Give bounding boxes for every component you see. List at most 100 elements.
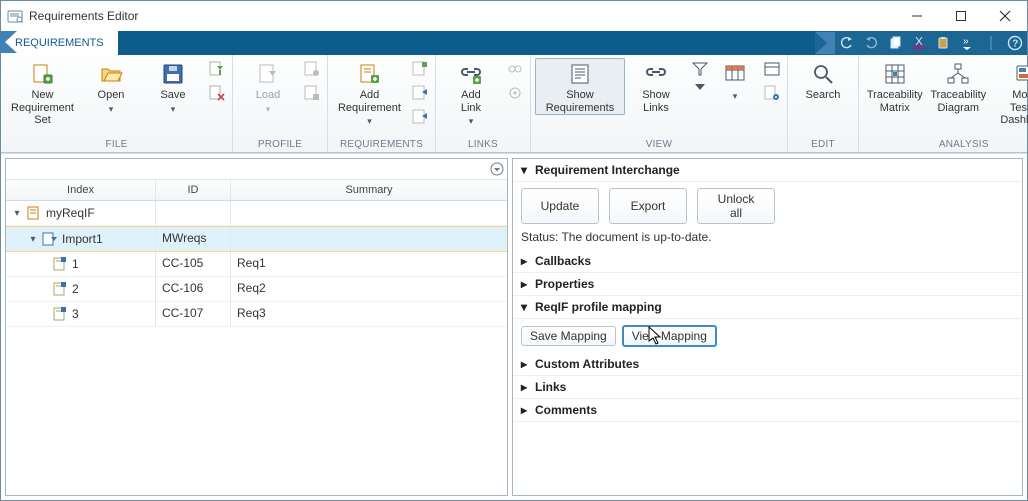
ribbon-group-profile: Load ▾ PROFILE	[233, 55, 328, 152]
import-mini-button[interactable]	[206, 58, 228, 80]
row-summary: Req3	[237, 306, 266, 320]
label: Traceability Diagram	[930, 89, 986, 114]
diagram-icon	[946, 62, 970, 86]
label: Save Mapping	[530, 329, 607, 343]
add-requirement-icon	[357, 62, 381, 86]
unlock-all-button[interactable]: Unlock all	[697, 188, 775, 224]
traceability-diagram-button[interactable]: Traceability Diagram	[927, 58, 991, 114]
section-links[interactable]: ▸ Links	[513, 376, 1022, 399]
chevron-right-icon: ▸	[519, 277, 529, 291]
close-button[interactable]	[983, 1, 1027, 31]
row-label: myReqIF	[46, 206, 95, 220]
label: Add Requirement	[338, 89, 401, 114]
label: Unlock all	[714, 192, 758, 220]
chevron-down-icon: ▾	[109, 104, 114, 114]
ribbon-group-requirements: Add Requirement ▾ REQUIREMENTS	[328, 55, 436, 152]
req-mini-1[interactable]	[409, 58, 431, 80]
quick-access-toolbar: » ?	[815, 31, 1027, 55]
open-button[interactable]: Open ▾	[80, 58, 142, 114]
req-mini-2[interactable]	[409, 82, 431, 104]
section-callbacks[interactable]: ▸ Callbacks	[513, 250, 1022, 273]
ribbon-group-analysis: Traceability Matrix Traceability D	[859, 55, 1028, 152]
view-mapping-button[interactable]: View Mapping	[622, 325, 717, 347]
links-mini-1[interactable]	[504, 58, 526, 80]
section-requirement-interchange[interactable]: ▾ Requirement Interchange	[513, 159, 1022, 182]
save-button[interactable]: Save ▾	[142, 58, 204, 114]
group-label: FILE	[5, 138, 228, 152]
label: Load	[256, 89, 280, 102]
app-icon	[7, 8, 23, 24]
maximize-button[interactable]	[939, 1, 983, 31]
show-links-button[interactable]: Show Links	[625, 58, 687, 114]
interchange-status: Status: The document is up-to-date.	[521, 230, 1014, 244]
col-id[interactable]: ID	[156, 180, 231, 200]
view-mini-2[interactable]	[761, 82, 783, 104]
separator-icon	[979, 31, 1003, 55]
help-button[interactable]: ?	[1003, 31, 1027, 55]
group-label: REQUIREMENTS	[332, 138, 431, 152]
label: Open	[98, 89, 125, 102]
minimize-button[interactable]	[895, 1, 939, 31]
show-requirements-button[interactable]: Show Requirements	[535, 58, 625, 115]
dashboard-icon	[1015, 62, 1028, 86]
chevron-down-icon: ▾	[519, 163, 529, 177]
tree-body: ▾ myReqIF ▾	[6, 201, 507, 327]
ribbon-tabs: REQUIREMENTS	[1, 31, 1027, 55]
show-requirements-icon	[568, 62, 592, 86]
group-label: EDIT	[792, 138, 854, 152]
ribbon-group-links: Add Link ▾ LINKS	[436, 55, 531, 152]
links-mini-2[interactable]	[504, 82, 526, 104]
view-mini-1[interactable]	[761, 58, 783, 80]
label: Add Link	[461, 89, 481, 114]
matrix-icon	[883, 62, 907, 86]
more-quick-access-button[interactable]: »	[955, 31, 979, 55]
section-reqif-mapping[interactable]: ▾ ReqIF profile mapping	[513, 296, 1022, 319]
reqset-icon	[26, 205, 42, 221]
new-requirement-set-button[interactable]: New Requirement Set	[5, 58, 80, 127]
new-set-icon	[30, 62, 54, 86]
col-index[interactable]: Index	[6, 180, 156, 200]
section-title: Properties	[535, 277, 594, 291]
save-icon	[161, 62, 185, 86]
add-requirement-button[interactable]: Add Requirement ▾	[332, 58, 407, 127]
label: Model Testing Dashboard	[996, 89, 1028, 127]
undo-button[interactable]	[835, 31, 859, 55]
filter-dropdown[interactable]	[689, 82, 711, 94]
profile-mini-1[interactable]	[301, 58, 323, 80]
load-profile-icon	[256, 62, 280, 86]
chevron-right-icon: ▸	[519, 254, 529, 268]
redo-button[interactable]	[859, 31, 883, 55]
col-summary[interactable]: Summary	[231, 180, 507, 200]
tab-requirements[interactable]: REQUIREMENTS	[1, 31, 119, 55]
section-title: Links	[535, 380, 566, 394]
expand-arrow[interactable]: ▾	[12, 208, 22, 219]
columns-button[interactable]: ▾	[711, 58, 759, 101]
expand-arrow[interactable]: ▾	[28, 234, 38, 245]
section-custom-attributes[interactable]: ▸ Custom Attributes	[513, 353, 1022, 376]
export-interchange-button[interactable]: Export	[609, 188, 687, 224]
label: New Requirement Set	[11, 89, 74, 127]
pane-options-button[interactable]	[490, 162, 504, 176]
paste-icon[interactable]	[931, 31, 955, 55]
section-comments[interactable]: ▸ Comments	[513, 399, 1022, 422]
traceability-matrix-button[interactable]: Traceability Matrix	[863, 58, 927, 114]
chevron-down-icon: ▾	[519, 300, 529, 314]
requirement-icon	[52, 281, 68, 297]
model-testing-dashboard-button[interactable]: Model Testing Dashboard	[990, 58, 1028, 127]
req-mini-3[interactable]	[409, 106, 431, 128]
profile-mini-2[interactable]	[301, 82, 323, 104]
save-mapping-button[interactable]: Save Mapping	[521, 326, 616, 346]
filter-mini-button[interactable]	[689, 58, 711, 80]
chevron-down-icon: ▾	[266, 104, 271, 114]
group-label: LINKS	[440, 138, 526, 152]
search-button[interactable]: Search	[792, 58, 854, 102]
copy-icon[interactable]	[883, 31, 907, 55]
cut-icon[interactable]	[907, 31, 931, 55]
chevron-down-icon: ▾	[733, 91, 738, 101]
columns-icon	[723, 62, 747, 86]
add-link-button[interactable]: Add Link ▾	[440, 58, 502, 127]
update-button[interactable]: Update	[521, 188, 599, 224]
load-profile-button[interactable]: Load ▾	[237, 58, 299, 114]
close-file-mini-button[interactable]	[206, 82, 228, 104]
section-properties[interactable]: ▸ Properties	[513, 273, 1022, 296]
